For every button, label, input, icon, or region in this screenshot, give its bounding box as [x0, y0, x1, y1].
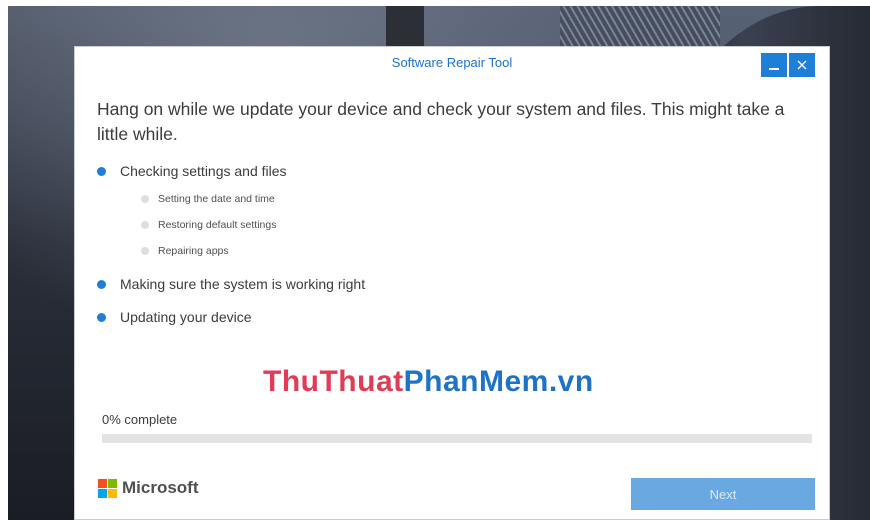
logo-square	[108, 488, 117, 498]
step-updating-device: Updating your device	[97, 309, 252, 325]
close-button[interactable]	[789, 53, 815, 77]
microsoft-logo-icon	[98, 478, 117, 498]
headline-text: Hang on while we update your device and …	[97, 99, 785, 144]
step-label: Updating your device	[120, 309, 252, 325]
substep-repairing-apps: Repairing apps	[141, 245, 229, 257]
progress-label: 0% complete	[102, 412, 178, 427]
minimize-button[interactable]	[761, 53, 787, 77]
next-button[interactable]: Next	[631, 478, 815, 510]
logo-square	[108, 478, 117, 488]
microsoft-wordmark: Microsoft	[122, 478, 199, 497]
repair-dialog: Software Repair Tool Hang on while we up…	[74, 46, 830, 520]
title-bar: Software Repair Tool	[75, 47, 829, 79]
progress-bar	[102, 434, 812, 443]
watermark: ThuThuatPhanMem.vn	[263, 365, 594, 399]
window-title: Software Repair Tool	[391, 55, 513, 70]
watermark-part2: PhanMem.vn	[403, 365, 594, 398]
step-system-check: Making sure the system is working right	[97, 276, 365, 292]
logo-square	[98, 478, 107, 488]
close-icon	[797, 60, 807, 70]
substep-bullet-icon	[141, 221, 149, 229]
substep-label: Restoring default settings	[158, 219, 277, 231]
wallpaper-bridge	[560, 6, 720, 46]
step-label: Making sure the system is working right	[120, 276, 366, 292]
step-bullet-icon	[97, 312, 106, 322]
substep-label: Setting the date and time	[158, 193, 275, 205]
step-bullet-icon	[97, 166, 106, 176]
step-bullet-icon	[97, 279, 106, 289]
step-checking-settings: Checking settings and files	[97, 163, 287, 179]
wallpaper-tower	[386, 6, 424, 46]
watermark-part1: ThuThuat	[263, 365, 404, 398]
step-label: Checking settings and files	[120, 163, 287, 179]
substep-label: Repairing apps	[158, 245, 229, 257]
minimize-icon	[769, 68, 779, 70]
logo-square	[98, 488, 107, 498]
substep-default-settings: Restoring default settings	[141, 219, 276, 231]
microsoft-logo: Microsoft	[98, 478, 199, 498]
substep-bullet-icon	[141, 195, 149, 203]
substep-date-time: Setting the date and time	[141, 193, 275, 205]
substep-bullet-icon	[141, 247, 149, 255]
